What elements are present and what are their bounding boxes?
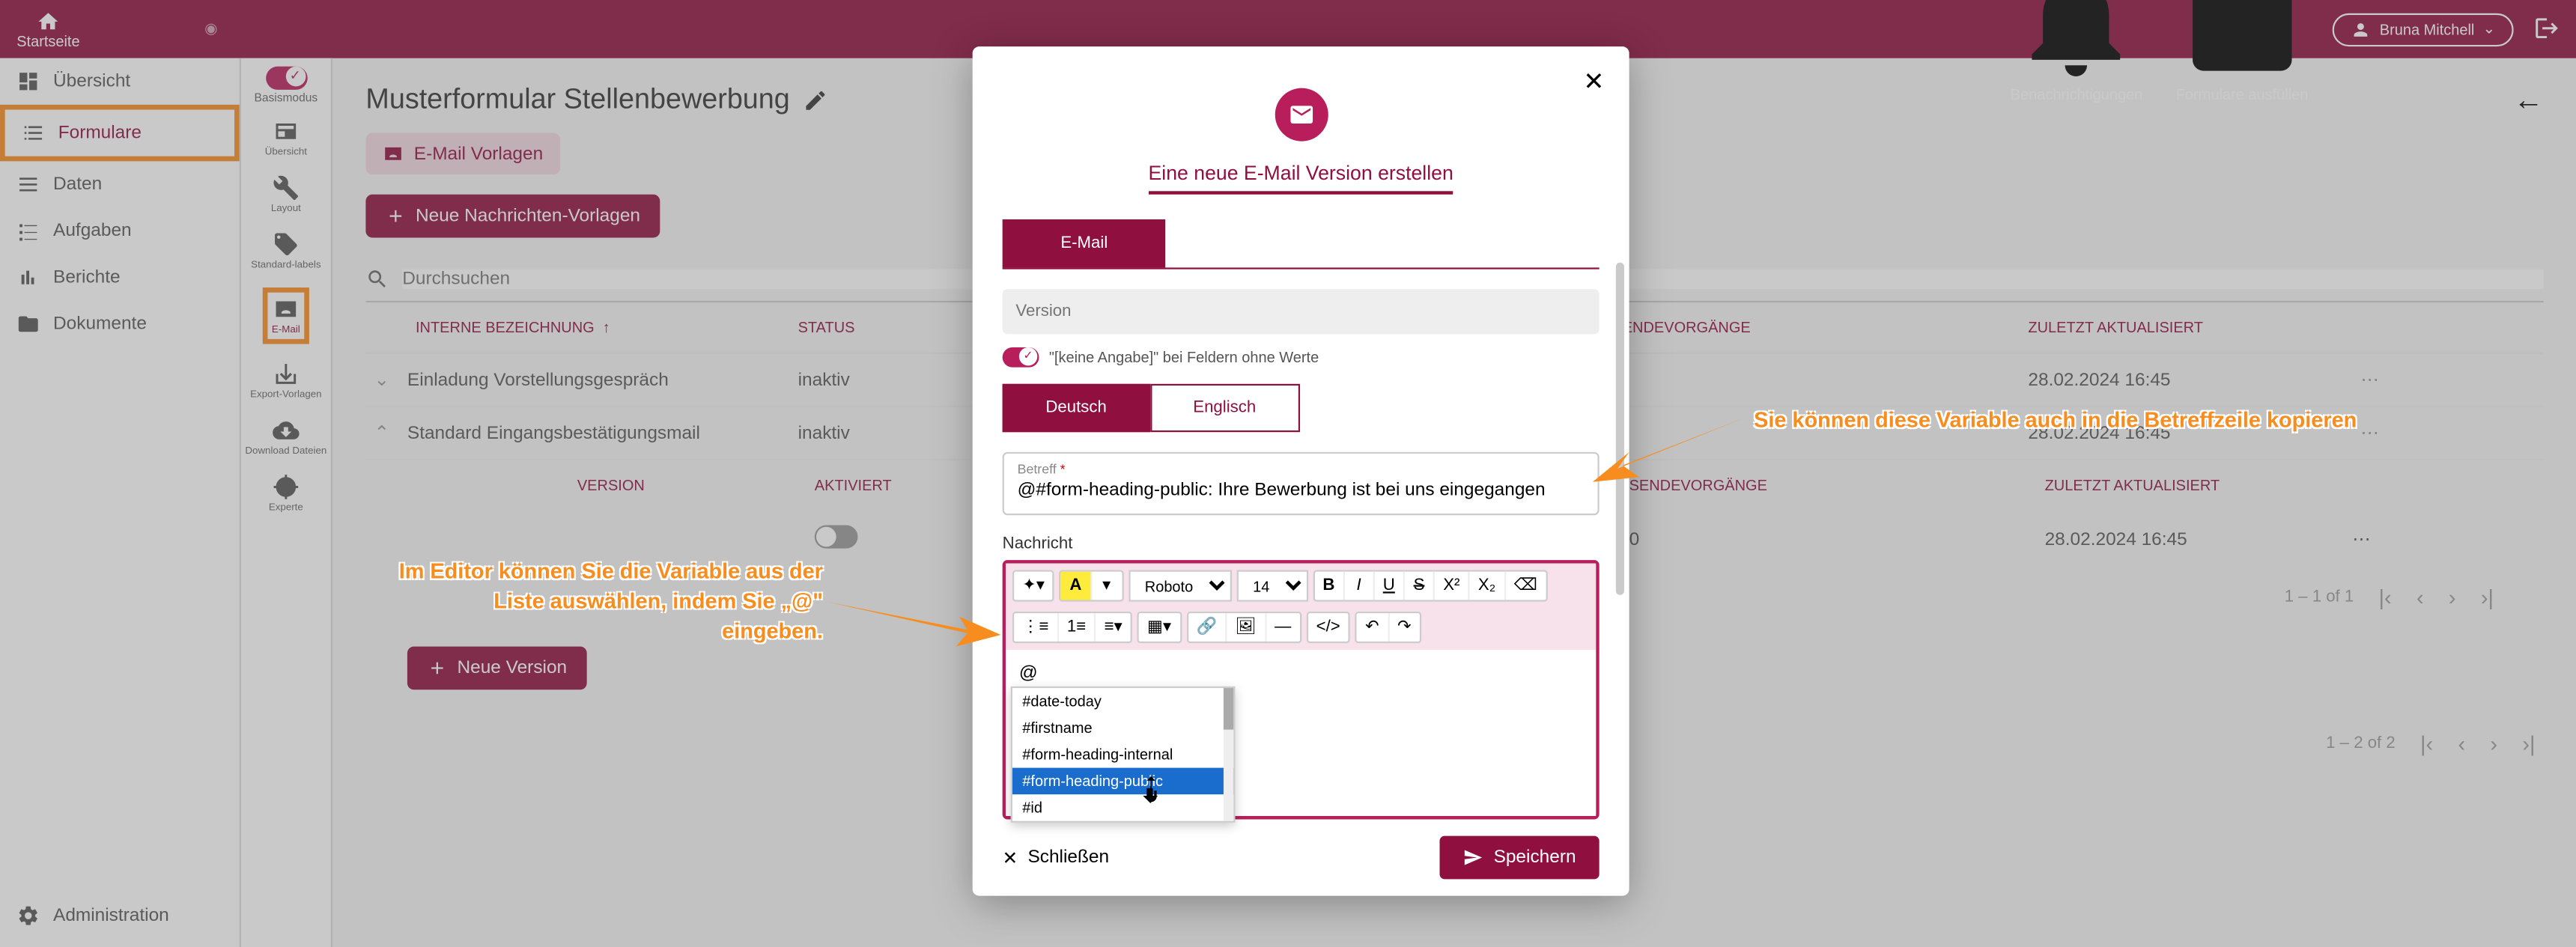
- subject-field[interactable]: Betreff * @#form-heading-public: Ihre Be…: [1003, 452, 1600, 515]
- subscript-icon[interactable]: X₂: [1470, 572, 1506, 600]
- modal-close-button[interactable]: ✕ Schließen: [1003, 847, 1109, 868]
- var-option[interactable]: #date-today: [1012, 688, 1233, 715]
- mail-icon: [1287, 101, 1314, 128]
- text-color-icon[interactable]: A: [1061, 572, 1091, 600]
- link-icon[interactable]: 🔗: [1188, 613, 1227, 642]
- number-list-icon[interactable]: 1≡: [1059, 613, 1096, 642]
- var-option[interactable]: #form-heading-internal: [1012, 741, 1233, 768]
- bullet-list-icon[interactable]: ⋮≡: [1014, 613, 1059, 642]
- cursor-pointer-icon: [1135, 775, 1165, 810]
- magic-icon[interactable]: ✦▾: [1014, 572, 1053, 600]
- undo-icon[interactable]: ↶: [1357, 613, 1389, 642]
- close-icon: ✕: [1003, 847, 1018, 868]
- modal-title: Eine neue E-Mail Version erstellen: [1149, 161, 1453, 194]
- table-icon[interactable]: ▦▾: [1139, 613, 1179, 642]
- var-option-selected[interactable]: #form-heading-public: [1012, 768, 1233, 795]
- modal-tabs: E-Mail: [1003, 219, 1600, 270]
- tab-email[interactable]: E-Mail: [1003, 219, 1166, 267]
- image-icon[interactable]: 🖼: [1227, 613, 1266, 642]
- lang-tab-de[interactable]: Deutsch: [1003, 384, 1150, 432]
- hr-icon[interactable]: —: [1266, 613, 1299, 642]
- underline-icon[interactable]: U: [1375, 572, 1405, 600]
- message-label: Nachricht: [1003, 535, 1600, 553]
- modal-save-button[interactable]: Speichern: [1441, 836, 1600, 880]
- version-input[interactable]: [1003, 289, 1600, 334]
- font-size-select[interactable]: 14: [1236, 570, 1307, 601]
- superscript-icon[interactable]: X²: [1435, 572, 1470, 600]
- clear-format-icon[interactable]: ⌫: [1506, 572, 1546, 600]
- autocomplete-scrollbar[interactable]: [1224, 688, 1233, 821]
- email-modal: ✕ Eine neue E-Mail Version erstellen E-M…: [973, 46, 1629, 895]
- email-icon-circle: [1275, 88, 1328, 141]
- subject-value: @#form-heading-public: Ihre Bewerbung is…: [1018, 481, 1585, 501]
- rich-text-editor: ✦▾ A▾ Roboto 14 B I U S X² X₂ ⌫ ⋮≡ 1≡ ≡▾: [1003, 560, 1600, 819]
- annotation-subject: Sie können diese Variable auch in die Be…: [1754, 406, 2502, 436]
- align-icon[interactable]: ≡▾: [1096, 613, 1131, 642]
- lang-tab-en[interactable]: Englisch: [1150, 384, 1299, 432]
- variable-autocomplete: #date-today #firstname #form-heading-int…: [1011, 686, 1236, 823]
- language-tabs: Deutsch Englisch: [1003, 384, 1600, 432]
- italic-icon[interactable]: I: [1345, 572, 1375, 600]
- no-value-toggle[interactable]: [1003, 347, 1039, 368]
- editor-textarea[interactable]: @ #date-today #firstname #form-heading-i…: [1006, 650, 1596, 816]
- var-option[interactable]: #firstname: [1012, 715, 1233, 742]
- send-icon: [1464, 847, 1484, 868]
- text-color-dropdown[interactable]: ▾: [1092, 572, 1122, 600]
- bold-icon[interactable]: B: [1314, 572, 1344, 600]
- editor-toolbar: ✦▾ A▾ Roboto 14 B I U S X² X₂ ⌫ ⋮≡ 1≡ ≡▾: [1006, 564, 1596, 650]
- annotation-arrow-2: [1593, 415, 1759, 499]
- strike-icon[interactable]: S: [1405, 572, 1435, 600]
- code-icon[interactable]: </>: [1308, 613, 1349, 642]
- redo-icon[interactable]: ↷: [1389, 613, 1420, 642]
- font-select[interactable]: Roboto: [1128, 570, 1232, 601]
- annotation-arrow-1: [826, 594, 1009, 660]
- modal-close-x[interactable]: ✕: [1583, 67, 1604, 97]
- annotation-editor: Im Editor können Sie die Variable aus de…: [391, 557, 823, 648]
- var-option[interactable]: #id: [1012, 794, 1233, 821]
- no-value-toggle-row: "[keine Angabe]" bei Feldern ohne Werte: [1003, 347, 1600, 368]
